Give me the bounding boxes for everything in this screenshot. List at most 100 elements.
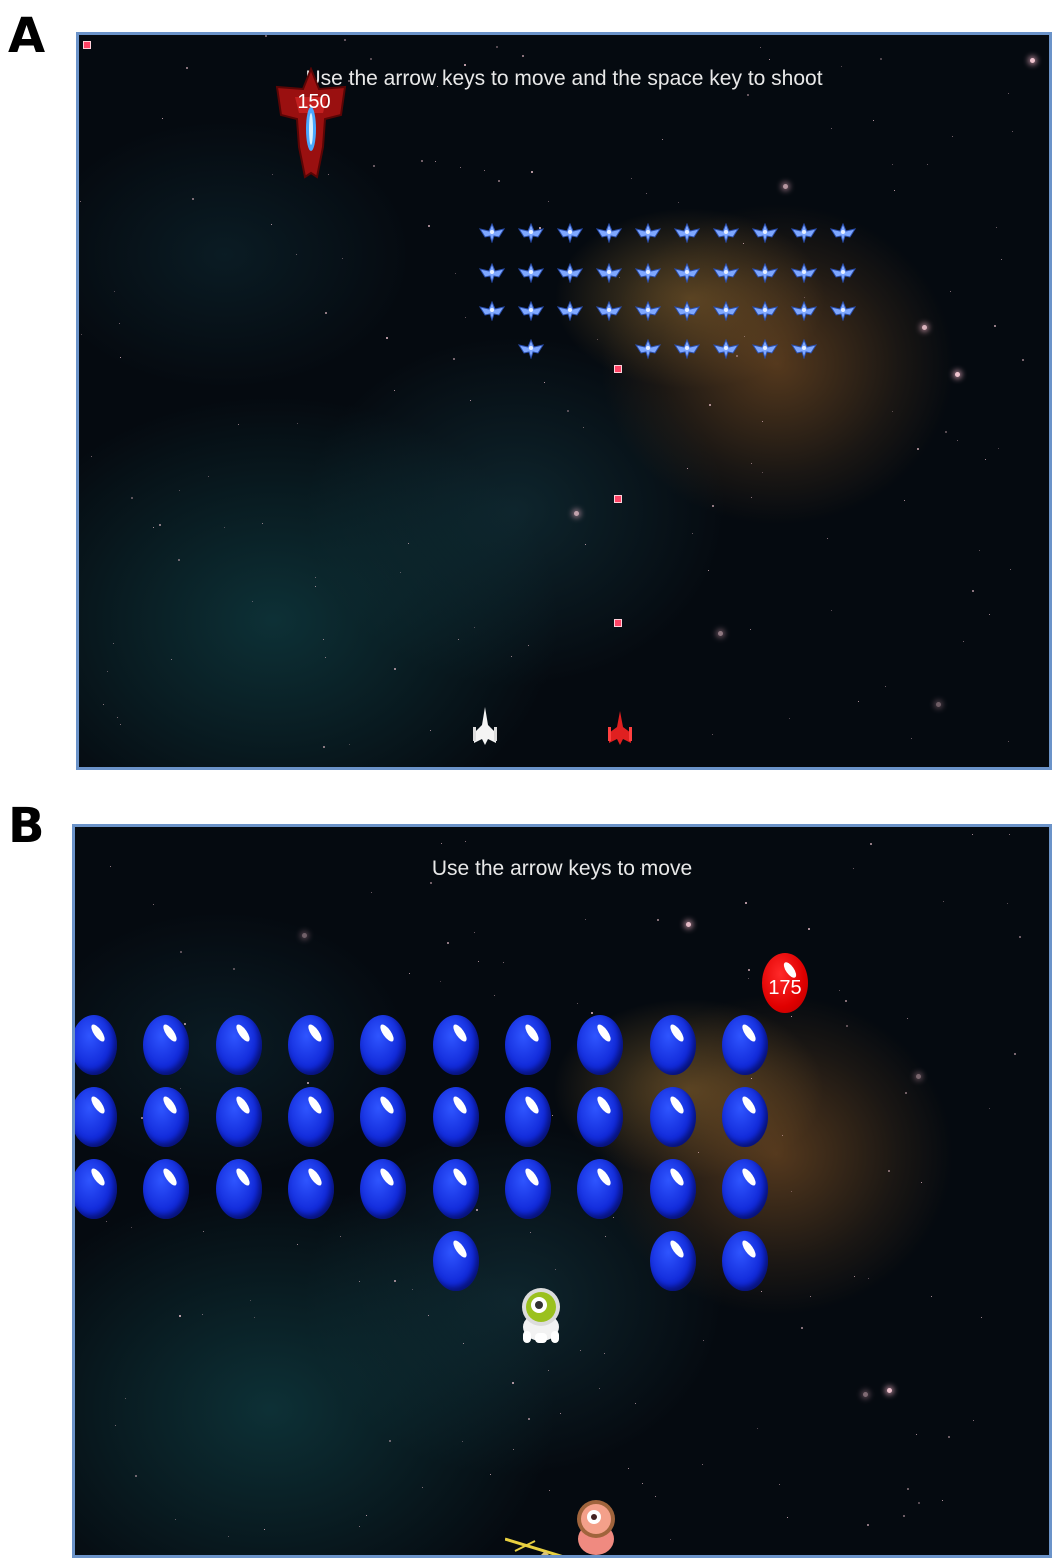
star (192, 198, 194, 200)
boss-ship-icon (275, 67, 347, 179)
alien-fighter-icon (517, 338, 545, 364)
star (757, 1428, 759, 1430)
star (952, 136, 954, 138)
blue-egg-icon (577, 1087, 623, 1147)
star (943, 901, 945, 903)
star (430, 730, 432, 732)
star (972, 590, 974, 592)
star (678, 202, 680, 204)
star (702, 1464, 704, 1466)
star (349, 744, 351, 746)
star (120, 724, 122, 726)
star (583, 427, 585, 429)
star (430, 882, 432, 884)
star (120, 357, 122, 359)
star (162, 118, 164, 120)
star (839, 990, 841, 992)
star (131, 497, 133, 499)
star (179, 1315, 181, 1317)
star (455, 273, 457, 275)
star (359, 1281, 361, 1283)
star (580, 1350, 582, 1352)
star (386, 337, 388, 339)
star (903, 1515, 905, 1517)
star (985, 459, 987, 461)
boss-score: 175 (768, 977, 802, 999)
star (747, 94, 749, 96)
star (389, 1440, 391, 1442)
enemy-bullet (614, 495, 622, 503)
star (686, 922, 691, 927)
star (325, 312, 327, 314)
star (783, 184, 788, 189)
blue-egg-icon (216, 1159, 262, 1219)
star (125, 1398, 127, 1400)
star (1008, 741, 1010, 743)
star (981, 1317, 983, 1319)
star (743, 243, 745, 245)
star (922, 325, 927, 330)
star (296, 254, 298, 256)
alien-fighter-icon (712, 222, 740, 248)
star (867, 1524, 869, 1526)
blue-egg-icon (722, 1159, 768, 1219)
star (496, 46, 498, 48)
star (106, 1221, 108, 1223)
star (973, 1420, 975, 1422)
star (460, 167, 462, 169)
alien-fighter-icon (712, 262, 740, 288)
star (911, 738, 913, 740)
blue-egg-icon (75, 1159, 117, 1219)
star (435, 161, 437, 163)
alien-fighter-icon (829, 222, 857, 248)
star (315, 586, 317, 588)
alien-fighter-icon (556, 300, 584, 326)
alien-fighter-icon (751, 262, 779, 288)
star (307, 1082, 309, 1084)
astronaut-icon (522, 1288, 560, 1343)
blue-egg-icon (143, 1015, 189, 1075)
game-canvas-b[interactable]: Use the arrow keys to move 175 (72, 824, 1052, 1558)
star (297, 423, 299, 425)
star (344, 39, 346, 41)
star (761, 1291, 763, 1293)
star (907, 1018, 909, 1020)
star (135, 1475, 137, 1477)
alien-fighter-icon (673, 338, 701, 364)
star (782, 1135, 784, 1137)
alien-fighter-icon (595, 262, 623, 288)
alien-fighter-icon (751, 300, 779, 326)
star (178, 559, 180, 561)
star (591, 1012, 593, 1014)
star (708, 570, 710, 572)
alien-fighter-icon (595, 300, 623, 326)
star (117, 717, 119, 719)
star (709, 404, 711, 406)
astronaut-icon (577, 1500, 615, 1555)
star (567, 410, 569, 412)
star (340, 1236, 342, 1238)
star (474, 932, 476, 934)
star (916, 1074, 921, 1079)
star (180, 951, 182, 953)
star (103, 704, 105, 706)
star (470, 400, 472, 402)
star (254, 1317, 256, 1319)
alien-fighter-icon (634, 262, 662, 288)
star (880, 58, 882, 60)
blue-egg-icon (288, 1159, 334, 1219)
star (827, 538, 829, 540)
star (302, 933, 307, 938)
star (751, 463, 753, 465)
star (712, 734, 714, 736)
alien-fighter-icon (556, 222, 584, 248)
star (513, 1449, 515, 1451)
star (945, 431, 947, 433)
alien-fighter-icon (829, 300, 857, 326)
alien-fighter-icon (751, 222, 779, 248)
star (597, 339, 599, 341)
game-canvas-a[interactable]: Use the arrow keys to move and the space… (76, 32, 1052, 770)
star (555, 1269, 557, 1271)
alien-fighter-icon (790, 262, 818, 288)
star (463, 1343, 465, 1345)
